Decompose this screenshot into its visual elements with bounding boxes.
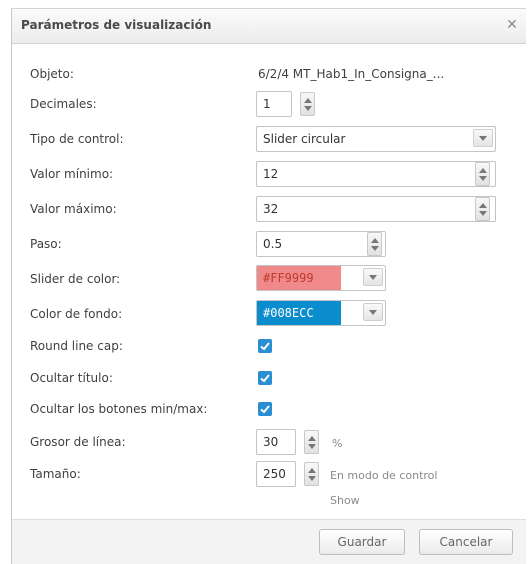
valor-maximo-input[interactable]: 32 [256, 196, 496, 222]
slider-color-label: Slider de color: [30, 272, 121, 286]
round-line-cap-label: Round line cap: [30, 339, 123, 353]
stepper-up-icon[interactable] [308, 436, 316, 441]
color-fondo-picker[interactable]: #008ECC [256, 300, 386, 326]
paso-value: 0.5 [263, 237, 283, 251]
valor-minimo-value: 12 [263, 167, 279, 181]
ocultar-titulo-label: Ocultar título: [30, 371, 113, 385]
stepper-up-icon[interactable] [479, 168, 487, 173]
valor-maximo-stepper[interactable] [475, 197, 490, 221]
stepper-down-icon[interactable] [304, 106, 312, 111]
tipo-control-value: Slider circular [263, 132, 346, 146]
objeto-value: 6/2/4 MT_Hab1_In_Consigna_... [258, 67, 445, 81]
decimales-value: 1 [263, 97, 271, 111]
tamano-input[interactable]: 250 [256, 461, 296, 487]
valor-minimo-stepper[interactable] [475, 162, 490, 186]
ocultar-botones-label: Ocultar los botones min/max: [30, 402, 208, 416]
stepper-down-icon[interactable] [371, 246, 379, 251]
tipo-control-label: Tipo de control: [30, 132, 124, 146]
stepper-down-icon[interactable] [308, 444, 316, 449]
stepper-up-icon[interactable] [371, 238, 379, 243]
chevron-down-icon[interactable] [473, 129, 493, 147]
decimales-label: Decimales: [30, 97, 97, 111]
valor-maximo-label: Valor máximo: [30, 202, 117, 216]
color-fondo-label: Color de fondo: [30, 307, 123, 321]
stepper-down-icon[interactable] [479, 211, 487, 216]
checkmark-icon [260, 342, 270, 351]
paso-label: Paso: [30, 237, 62, 251]
save-button[interactable]: Guardar [319, 529, 405, 555]
grosor-linea-value: 30 [263, 435, 279, 449]
dialog-footer: Guardar Cancelar [12, 519, 526, 564]
stepper-up-icon[interactable] [479, 203, 487, 208]
decimales-input[interactable]: 1 [256, 91, 292, 117]
chevron-down-icon[interactable] [363, 303, 383, 321]
tipo-control-select[interactable]: Slider circular [256, 126, 496, 152]
checkmark-icon [260, 405, 270, 414]
color-fondo-value: #008ECC [263, 306, 314, 320]
objeto-label: Objeto: [30, 67, 74, 81]
tamano-label: Tamaño: [30, 467, 81, 481]
dialog-title: Parámetros de visualización [21, 18, 212, 32]
grosor-linea-label: Grosor de línea: [30, 435, 126, 449]
grosor-linea-input[interactable]: 30 [256, 429, 296, 455]
stepper-down-icon[interactable] [308, 476, 316, 481]
tamano-note-line1: En modo de control [330, 469, 438, 482]
display-parameters-dialog: Parámetros de visualización ✕ Objeto: 6/… [11, 8, 526, 564]
chevron-down-icon[interactable] [363, 268, 383, 286]
slider-color-picker[interactable]: #FF9999 [256, 265, 386, 291]
tamano-value: 250 [263, 467, 286, 481]
stepper-up-icon[interactable] [304, 98, 312, 103]
ocultar-botones-checkbox[interactable] [258, 402, 272, 416]
ocultar-titulo-checkbox[interactable] [258, 371, 272, 385]
paso-stepper[interactable] [367, 232, 382, 256]
close-icon[interactable]: ✕ [504, 16, 520, 34]
valor-minimo-label: Valor mínimo: [30, 167, 114, 181]
decimales-stepper[interactable] [300, 92, 315, 116]
slider-color-value: #FF9999 [263, 271, 314, 285]
stepper-down-icon[interactable] [479, 176, 487, 181]
checkmark-icon [260, 374, 270, 383]
grosor-linea-stepper[interactable] [304, 430, 319, 454]
grosor-linea-unit: % [332, 437, 343, 450]
stepper-up-icon[interactable] [308, 468, 316, 473]
tamano-stepper[interactable] [304, 462, 319, 486]
dialog-titlebar[interactable]: Parámetros de visualización ✕ [12, 9, 526, 44]
valor-minimo-input[interactable]: 12 [256, 161, 496, 187]
cancel-button[interactable]: Cancelar [419, 529, 513, 555]
tamano-note-line2: Show [330, 494, 360, 507]
round-line-cap-checkbox[interactable] [258, 339, 272, 353]
valor-maximo-value: 32 [263, 202, 279, 216]
